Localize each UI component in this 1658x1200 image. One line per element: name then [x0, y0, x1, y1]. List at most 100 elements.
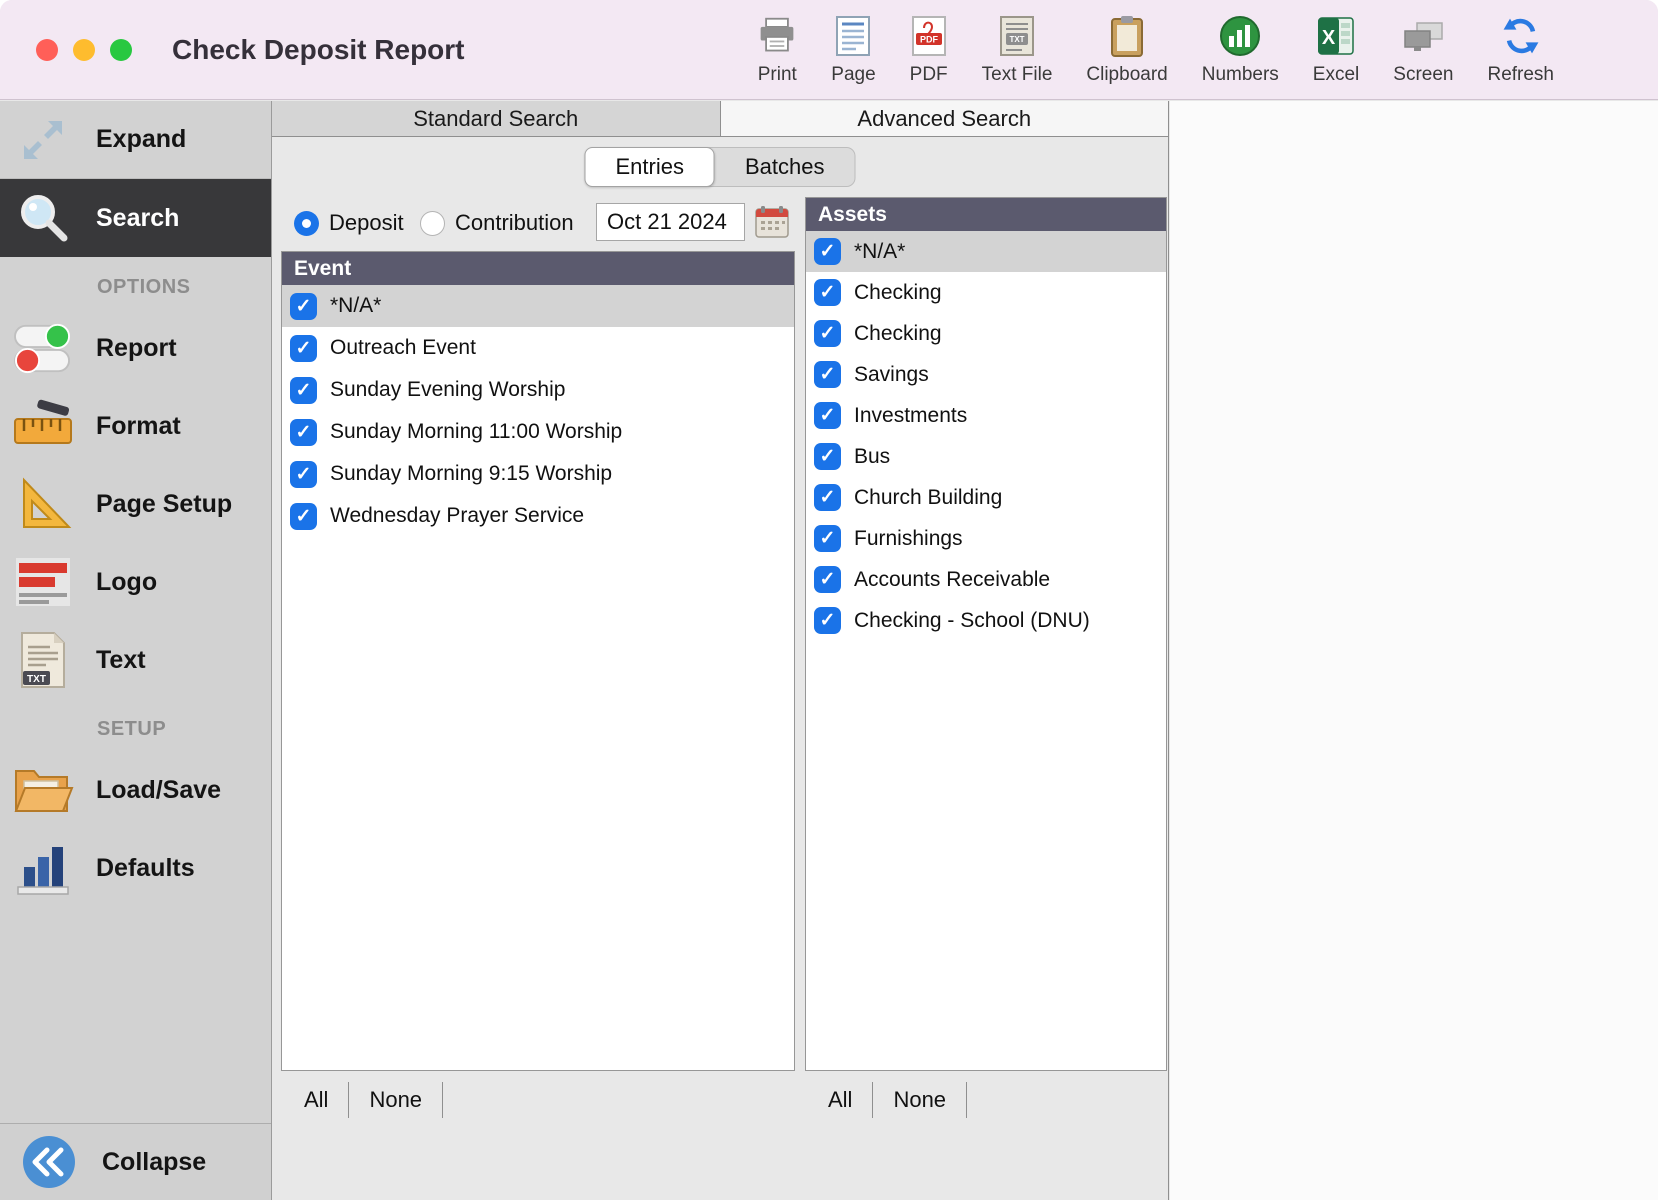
asset-item-label: Accounts Receivable: [854, 568, 1050, 592]
bar-chart-icon: [10, 835, 76, 901]
sidebar: Expand Search OPTIONS: [0, 101, 272, 1200]
asset-list-item[interactable]: ✓ Checking: [806, 272, 1166, 313]
sidebar-item-defaults[interactable]: Defaults: [0, 829, 271, 907]
event-list-item[interactable]: ✓ Sunday Morning 9:15 Worship: [282, 453, 794, 495]
sidebar-item-report[interactable]: Report: [0, 309, 271, 387]
asset-list-item[interactable]: ✓ Savings: [806, 354, 1166, 395]
tool-label: Text File: [982, 64, 1053, 86]
main-content: Standard Search Advanced Search Entries …: [272, 101, 1169, 1200]
tab-standard-search[interactable]: Standard Search: [272, 101, 721, 136]
sidebar-item-search[interactable]: Search: [0, 179, 271, 257]
sidebar-item-label: Logo: [96, 568, 157, 597]
asset-item-label: Church Building: [854, 486, 1002, 510]
deposit-radio[interactable]: [294, 211, 319, 236]
asset-list-item[interactable]: ✓ *N/A*: [806, 231, 1166, 272]
asset-list-item[interactable]: ✓ Church Building: [806, 477, 1166, 518]
report-preview-panel: [1170, 101, 1658, 1200]
asset-list-item[interactable]: ✓ Checking: [806, 313, 1166, 354]
checkbox-checked-icon[interactable]: ✓: [290, 503, 317, 530]
tool-label: PDF: [910, 64, 948, 86]
event-item-label: Sunday Morning 9:15 Worship: [330, 462, 612, 486]
contribution-radio-group[interactable]: Contribution: [420, 205, 574, 241]
checkbox-checked-icon[interactable]: ✓: [814, 238, 841, 265]
screen-button[interactable]: Screen: [1393, 14, 1453, 86]
checkbox-checked-icon[interactable]: ✓: [290, 377, 317, 404]
sidebar-item-collapse[interactable]: Collapse: [0, 1123, 271, 1200]
tool-label: Print: [758, 64, 797, 86]
asset-list-item[interactable]: ✓ Accounts Receivable: [806, 559, 1166, 600]
tool-label: Refresh: [1487, 64, 1554, 86]
collapse-icon: [16, 1129, 82, 1195]
pdf-button[interactable]: PDF PDF: [910, 14, 948, 86]
refresh-icon: [1499, 14, 1543, 58]
checkbox-checked-icon[interactable]: ✓: [814, 361, 841, 388]
tool-label: Numbers: [1202, 64, 1279, 86]
checkbox-checked-icon[interactable]: ✓: [814, 320, 841, 347]
event-item-label: Outreach Event: [330, 336, 476, 360]
sidebar-item-expand[interactable]: Expand: [0, 101, 271, 179]
asset-list-item[interactable]: ✓ Bus: [806, 436, 1166, 477]
event-list-item[interactable]: ✓ Sunday Evening Worship: [282, 369, 794, 411]
page-button[interactable]: Page: [831, 14, 875, 86]
date-input[interactable]: [596, 203, 745, 241]
asset-list-item[interactable]: ✓ Checking - School (DNU): [806, 600, 1166, 641]
event-item-label: Sunday Morning 11:00 Worship: [330, 420, 622, 444]
expand-icon: [10, 107, 76, 173]
checkbox-checked-icon[interactable]: ✓: [814, 525, 841, 552]
segment-entries[interactable]: Entries: [585, 147, 715, 187]
segment-batches[interactable]: Batches: [715, 148, 855, 186]
asset-list-item[interactable]: ✓ Investments: [806, 395, 1166, 436]
minimize-window-button[interactable]: [73, 39, 95, 61]
checkbox-checked-icon[interactable]: ✓: [814, 279, 841, 306]
sidebar-item-format[interactable]: Format: [0, 387, 271, 465]
numbers-icon: [1219, 14, 1261, 58]
checkbox-checked-icon[interactable]: ✓: [290, 419, 317, 446]
checkbox-checked-icon[interactable]: ✓: [814, 402, 841, 429]
event-all-button[interactable]: All: [284, 1082, 349, 1118]
checkbox-checked-icon[interactable]: ✓: [290, 335, 317, 362]
sidebar-options-header: OPTIONS: [0, 265, 271, 309]
refresh-button[interactable]: Refresh: [1487, 14, 1554, 86]
checkbox-checked-icon[interactable]: ✓: [814, 443, 841, 470]
asset-item-label: Savings: [854, 363, 929, 387]
assets-panel: Assets ✓ *N/A* ✓ Checking ✓ Checking ✓ S…: [805, 197, 1167, 1071]
screen-icon: [1401, 14, 1445, 58]
numbers-button[interactable]: Numbers: [1202, 14, 1279, 86]
checkbox-checked-icon[interactable]: ✓: [814, 607, 841, 634]
calendar-icon[interactable]: [754, 205, 790, 239]
assets-all-button[interactable]: All: [808, 1082, 873, 1118]
clipboard-icon: [1110, 14, 1144, 58]
event-item-label: *N/A*: [330, 294, 381, 318]
sidebar-item-text[interactable]: TXT Text: [0, 621, 271, 699]
checkbox-checked-icon[interactable]: ✓: [290, 293, 317, 320]
close-window-button[interactable]: [36, 39, 58, 61]
excel-button[interactable]: X Excel: [1313, 14, 1359, 86]
event-list-item[interactable]: ✓ Outreach Event: [282, 327, 794, 369]
sidebar-item-label: Page Setup: [96, 490, 232, 519]
sidebar-item-page-setup[interactable]: Page Setup: [0, 465, 271, 543]
svg-text:X: X: [1322, 27, 1336, 49]
sidebar-item-label: Search: [96, 204, 179, 233]
checkbox-checked-icon[interactable]: ✓: [290, 461, 317, 488]
toggles-icon: [10, 315, 76, 381]
checkbox-checked-icon[interactable]: ✓: [814, 484, 841, 511]
asset-item-label: Checking: [854, 322, 942, 346]
sidebar-item-logo[interactable]: Logo: [0, 543, 271, 621]
contribution-radio[interactable]: [420, 211, 445, 236]
clipboard-button[interactable]: Clipboard: [1086, 14, 1167, 86]
print-button[interactable]: Print: [757, 14, 797, 86]
tab-advanced-search[interactable]: Advanced Search: [721, 101, 1169, 136]
deposit-radio-group[interactable]: Deposit: [294, 205, 404, 241]
asset-list-item[interactable]: ✓ Furnishings: [806, 518, 1166, 559]
zoom-window-button[interactable]: [110, 39, 132, 61]
event-list-item[interactable]: ✓ Wednesday Prayer Service: [282, 495, 794, 537]
sidebar-item-load-save[interactable]: Load/Save: [0, 751, 271, 829]
checkbox-checked-icon[interactable]: ✓: [814, 566, 841, 593]
event-none-button[interactable]: None: [349, 1082, 443, 1118]
asset-item-label: Checking - School (DNU): [854, 609, 1090, 633]
svg-text:PDF: PDF: [920, 35, 939, 45]
text-file-button[interactable]: TXT Text File: [982, 14, 1053, 86]
event-list-item[interactable]: ✓ *N/A*: [282, 285, 794, 327]
event-list-item[interactable]: ✓ Sunday Morning 11:00 Worship: [282, 411, 794, 453]
assets-none-button[interactable]: None: [873, 1082, 967, 1118]
